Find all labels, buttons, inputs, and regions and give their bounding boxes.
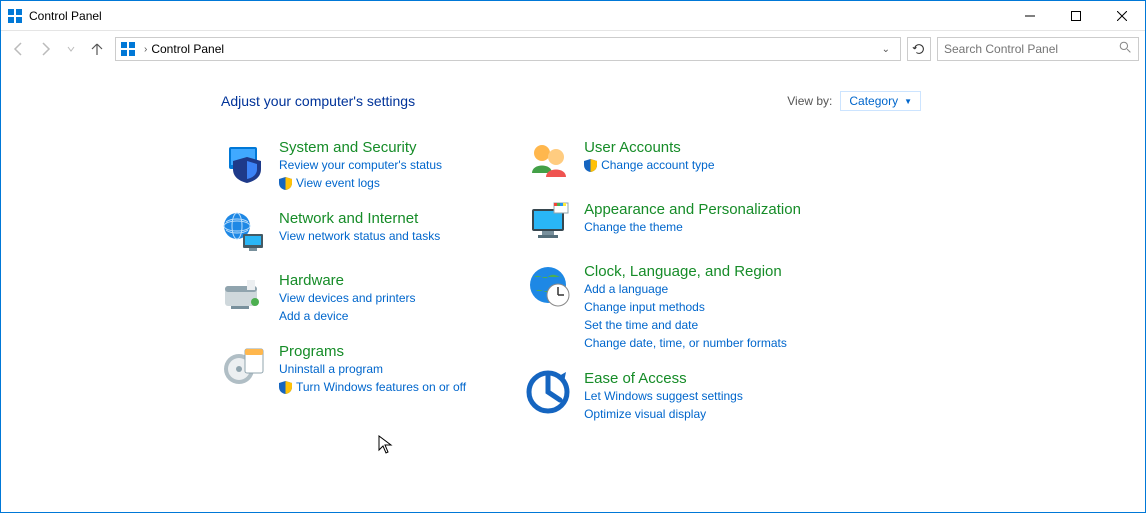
breadcrumb-item[interactable]: Control Panel [151, 42, 224, 56]
category-link-text: Add a device [279, 307, 348, 325]
category-link[interactable]: Set the time and date [584, 316, 787, 334]
control-panel-icon [120, 41, 136, 57]
uac-shield-icon [584, 159, 597, 172]
category-link-text: Let Windows suggest settings [584, 387, 743, 405]
category: ProgramsUninstall a programTurn Windows … [221, 343, 466, 396]
category-link[interactable]: Change date, time, or number formats [584, 334, 787, 352]
hardware-icon[interactable] [221, 272, 265, 316]
category: Appearance and PersonalizationChange the… [526, 201, 801, 245]
address-bar[interactable]: › Control Panel ⌄ [115, 37, 901, 61]
category-link-text: Change account type [601, 156, 714, 174]
uac-shield-icon [279, 177, 292, 190]
category-link[interactable]: View event logs [279, 174, 442, 192]
clock-region-icon[interactable] [526, 263, 570, 307]
nav-back-button[interactable] [7, 37, 31, 61]
window-controls [1007, 1, 1145, 31]
category: Clock, Language, and RegionAdd a languag… [526, 263, 801, 352]
category-title[interactable]: User Accounts [584, 139, 714, 156]
category-link-text: Change the theme [584, 218, 683, 236]
category-title[interactable]: Hardware [279, 272, 416, 289]
uac-shield-icon [279, 381, 292, 394]
window-titlebar: Control Panel [1, 1, 1145, 31]
network-internet-icon[interactable] [221, 210, 265, 254]
category-link-text: Set the time and date [584, 316, 698, 334]
category-link[interactable]: Review your computer's status [279, 156, 442, 174]
window-title: Control Panel [29, 9, 1007, 23]
category-link[interactable]: Let Windows suggest settings [584, 387, 743, 405]
category-link[interactable]: Change the theme [584, 218, 801, 236]
search-input[interactable] [944, 42, 1119, 56]
category-link-text: View devices and printers [279, 289, 416, 307]
mouse-cursor-icon [378, 435, 394, 455]
system-security-icon[interactable] [221, 139, 265, 183]
control-panel-icon [7, 8, 23, 24]
chevron-down-icon: ▼ [904, 97, 912, 106]
category-title[interactable]: Appearance and Personalization [584, 201, 801, 218]
category-link[interactable]: Change account type [584, 156, 714, 174]
category-link-text: View event logs [296, 174, 380, 192]
category-link-text: Change date, time, or number formats [584, 334, 787, 352]
category-link-text: Turn Windows features on or off [296, 378, 466, 396]
category: HardwareView devices and printersAdd a d… [221, 272, 466, 325]
search-icon [1119, 41, 1132, 57]
category-link-text: Change input methods [584, 298, 705, 316]
maximize-button[interactable] [1053, 1, 1099, 31]
nav-forward-button[interactable] [33, 37, 57, 61]
refresh-button[interactable] [907, 37, 931, 61]
chevron-right-icon[interactable]: › [144, 44, 147, 55]
programs-icon[interactable] [221, 343, 265, 387]
category-link[interactable]: View network status and tasks [279, 227, 440, 245]
close-button[interactable] [1099, 1, 1145, 31]
viewby-label: View by: [787, 94, 832, 108]
nav-up-button[interactable] [85, 37, 109, 61]
category-link-text: Add a language [584, 280, 668, 298]
user-accounts-icon[interactable] [526, 139, 570, 183]
appearance-icon[interactable] [526, 201, 570, 245]
category: System and SecurityReview your computer'… [221, 139, 466, 192]
category-link[interactable]: Add a device [279, 307, 416, 325]
category: Network and InternetView network status … [221, 210, 466, 254]
category-link[interactable]: Add a language [584, 280, 787, 298]
category-title[interactable]: Network and Internet [279, 210, 440, 227]
minimize-button[interactable] [1007, 1, 1053, 31]
category-link[interactable]: Optimize visual display [584, 405, 743, 423]
address-dropdown-icon[interactable]: ⌄ [876, 44, 896, 55]
viewby-value: Category [849, 94, 898, 108]
category-title[interactable]: Ease of Access [584, 370, 743, 387]
category-link-text: Uninstall a program [279, 360, 383, 378]
viewby-dropdown[interactable]: Category ▼ [840, 91, 921, 111]
category-link-text: Review your computer's status [279, 156, 442, 174]
category-link[interactable]: Turn Windows features on or off [279, 378, 466, 396]
category-link[interactable]: Uninstall a program [279, 360, 466, 378]
ease-access-icon[interactable] [526, 370, 570, 414]
category-title[interactable]: Clock, Language, and Region [584, 263, 787, 280]
page-heading: Adjust your computer's settings [221, 93, 415, 109]
search-box[interactable] [937, 37, 1139, 61]
category-link[interactable]: Change input methods [584, 298, 787, 316]
category-link-text: View network status and tasks [279, 227, 440, 245]
navigation-bar: › Control Panel ⌄ [1, 31, 1145, 67]
category: User AccountsChange account type [526, 139, 801, 183]
category: Ease of AccessLet Windows suggest settin… [526, 370, 801, 423]
nav-recent-dropdown[interactable] [59, 37, 83, 61]
category-link[interactable]: View devices and printers [279, 289, 416, 307]
category-title[interactable]: Programs [279, 343, 466, 360]
category-link-text: Optimize visual display [584, 405, 706, 423]
category-title[interactable]: System and Security [279, 139, 442, 156]
